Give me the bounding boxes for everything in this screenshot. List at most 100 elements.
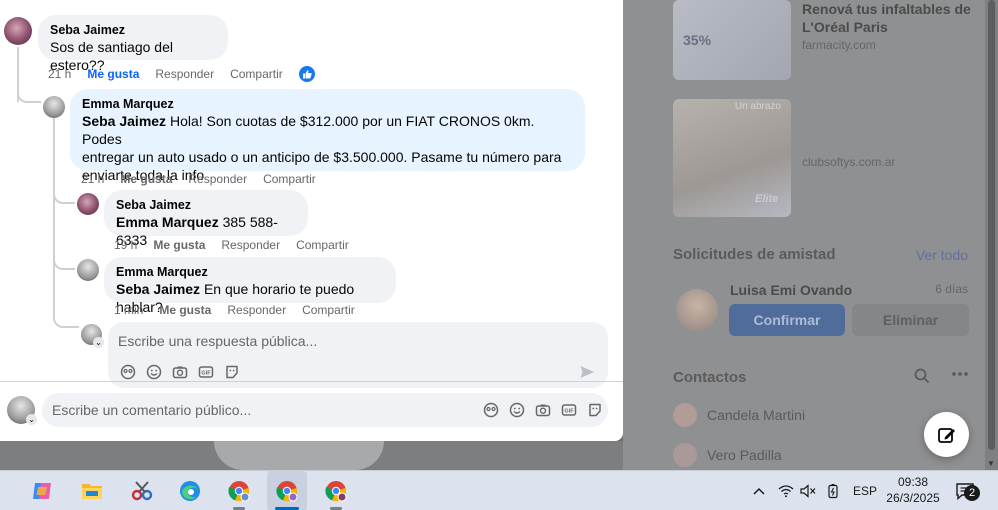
share-button[interactable]: Compartir — [230, 67, 283, 81]
scrollbar-thumb[interactable] — [988, 0, 995, 450]
clock-date: 26/3/2025 — [886, 491, 940, 505]
like-button[interactable]: Me gusta — [153, 238, 205, 252]
contact-name: Vero Padilla — [707, 447, 782, 463]
svg-text:GIF: GIF — [201, 370, 211, 376]
avatar — [673, 443, 697, 467]
comment-author[interactable]: Emma Marquez — [82, 96, 573, 112]
edge-browser-icon[interactable] — [170, 471, 210, 510]
show-hidden-icons-chevron-icon[interactable] — [752, 471, 766, 510]
chrome-browser-icon[interactable] — [316, 471, 356, 510]
mention-link[interactable]: Seba Jaimez — [116, 281, 200, 297]
ad-domain[interactable]: clubsoftys.com.ar — [802, 155, 895, 169]
confirm-button[interactable]: Confirmar — [729, 304, 845, 336]
comment-actions: 19 h Me gusta Responder Compartir — [114, 238, 349, 252]
notification-count-badge: 2 — [964, 485, 980, 501]
snipping-tool-icon[interactable] — [122, 471, 162, 510]
reply-button[interactable]: Responder — [155, 67, 214, 81]
reply-button[interactable]: Responder — [227, 303, 286, 317]
share-button[interactable]: Compartir — [296, 238, 349, 252]
send-icon[interactable] — [578, 363, 595, 380]
avatar[interactable] — [4, 17, 32, 45]
comment-author[interactable]: Seba Jaimez — [116, 197, 296, 213]
camera-icon[interactable] — [534, 401, 551, 418]
emoji-icon[interactable] — [508, 401, 525, 418]
thumbs-up-icon[interactable] — [298, 66, 315, 82]
comment-bubble: Seba Jaimez Emma Marquez 385 588-6333 — [104, 190, 308, 248]
see-all-link[interactable]: Ver todo — [916, 247, 968, 263]
battery-icon[interactable] — [826, 471, 840, 510]
avatar-sticker-icon[interactable] — [482, 401, 499, 418]
reply-button[interactable]: Responder — [188, 172, 247, 186]
mention-link[interactable]: Emma Marquez — [116, 214, 219, 230]
ad-brand-logo: Elite — [755, 193, 779, 205]
contact-item[interactable]: Candela Martini — [673, 403, 805, 427]
gif-icon[interactable]: GIF — [560, 401, 577, 418]
comment-text-line: entregar un auto usado o un anticipo de … — [82, 149, 562, 165]
divider — [0, 381, 623, 382]
volume-muted-icon[interactable] — [800, 471, 816, 510]
comment-author[interactable]: Emma Marquez — [116, 264, 384, 280]
thread-connector — [53, 258, 75, 270]
more-options-icon[interactable] — [951, 366, 969, 387]
comment-time[interactable]: 21 h — [81, 172, 104, 186]
like-button[interactable]: Me gusta — [87, 67, 139, 81]
new-message-button[interactable] — [924, 412, 969, 457]
friend-request-name[interactable]: Luisa Emi Ovando — [730, 282, 852, 298]
comment-text: Seba Jaimez Hola! Son cuotas de $312.000… — [82, 112, 573, 148]
camera-icon[interactable] — [171, 363, 188, 380]
svg-text:GIF: GIF — [564, 408, 574, 414]
avatar[interactable] — [77, 259, 99, 281]
comment-bubble: Emma Marquez Seba Jaimez En que horario … — [104, 257, 396, 315]
page-scrollbar[interactable]: ▼ — [985, 0, 998, 470]
chrome-browser-icon[interactable] — [219, 471, 259, 510]
delete-button[interactable]: Eliminar — [852, 304, 969, 336]
sponsored-ad-title[interactable]: Renová tus infaltables de L'Oréal Paris … — [802, 0, 972, 54]
comment-time[interactable]: 19 h — [114, 238, 137, 252]
comment-actions: 21 h Me gusta Responder Compartir — [81, 172, 316, 186]
clock[interactable]: 09:38 26/3/2025 — [878, 474, 948, 506]
reply-input[interactable] — [118, 330, 588, 352]
ad-title-text: Renová tus infaltables de L'Oréal Paris — [802, 1, 971, 35]
taskbar: ESP 09:38 26/3/2025 2 — [0, 470, 998, 510]
avatar — [673, 403, 697, 427]
chrome-browser-icon[interactable] — [267, 471, 307, 510]
edit-icon — [937, 427, 955, 443]
sponsored-ad-image-loreal[interactable]: 35% — [673, 0, 791, 80]
avatar[interactable] — [676, 289, 718, 331]
like-button[interactable]: Me gusta — [159, 303, 211, 317]
contact-item[interactable]: Vero Padilla — [673, 443, 782, 467]
composer-toolbar: GIF — [482, 401, 603, 418]
avatar[interactable] — [77, 193, 99, 215]
friend-request-time: 6 días — [935, 282, 968, 296]
sticker-icon[interactable] — [586, 401, 603, 418]
file-explorer-icon[interactable] — [72, 471, 112, 510]
thread-connector — [53, 316, 79, 328]
wifi-icon[interactable] — [778, 471, 794, 510]
like-button[interactable]: Me gusta — [120, 172, 172, 186]
comment-input[interactable] — [52, 400, 472, 420]
reply-button[interactable]: Responder — [221, 238, 280, 252]
share-button[interactable]: Compartir — [263, 172, 316, 186]
avatar[interactable] — [43, 96, 65, 118]
sticker-icon[interactable] — [223, 363, 240, 380]
contacts-heading: Contactos — [673, 369, 747, 386]
thread-connector — [53, 192, 75, 204]
gif-icon[interactable]: GIF — [197, 363, 214, 380]
search-icon[interactable] — [914, 368, 930, 389]
ad-domain: farmacity.com — [802, 38, 876, 52]
share-button[interactable]: Compartir — [302, 303, 355, 317]
avatar-sticker-icon[interactable] — [119, 363, 136, 380]
comment-composer: GIF — [42, 393, 608, 427]
emoji-icon[interactable] — [145, 363, 162, 380]
comment-time[interactable]: 21 h — [48, 67, 71, 81]
sponsored-ad-image-softys[interactable]: Un abrazo Elite — [673, 99, 791, 217]
scroll-down-arrow-icon[interactable]: ▼ — [987, 459, 995, 468]
comment-author[interactable]: Seba Jaimez — [50, 22, 216, 38]
comment-time[interactable]: 1 min — [114, 303, 143, 317]
contact-name: Candela Martini — [707, 407, 806, 423]
language-indicator[interactable]: ESP — [853, 471, 877, 510]
chevron-down-icon[interactable]: ⌄ — [93, 337, 104, 348]
copilot-app-icon[interactable] — [22, 471, 62, 510]
chevron-down-icon[interactable]: ⌄ — [26, 414, 37, 425]
mention-link[interactable]: Seba Jaimez — [82, 113, 166, 129]
